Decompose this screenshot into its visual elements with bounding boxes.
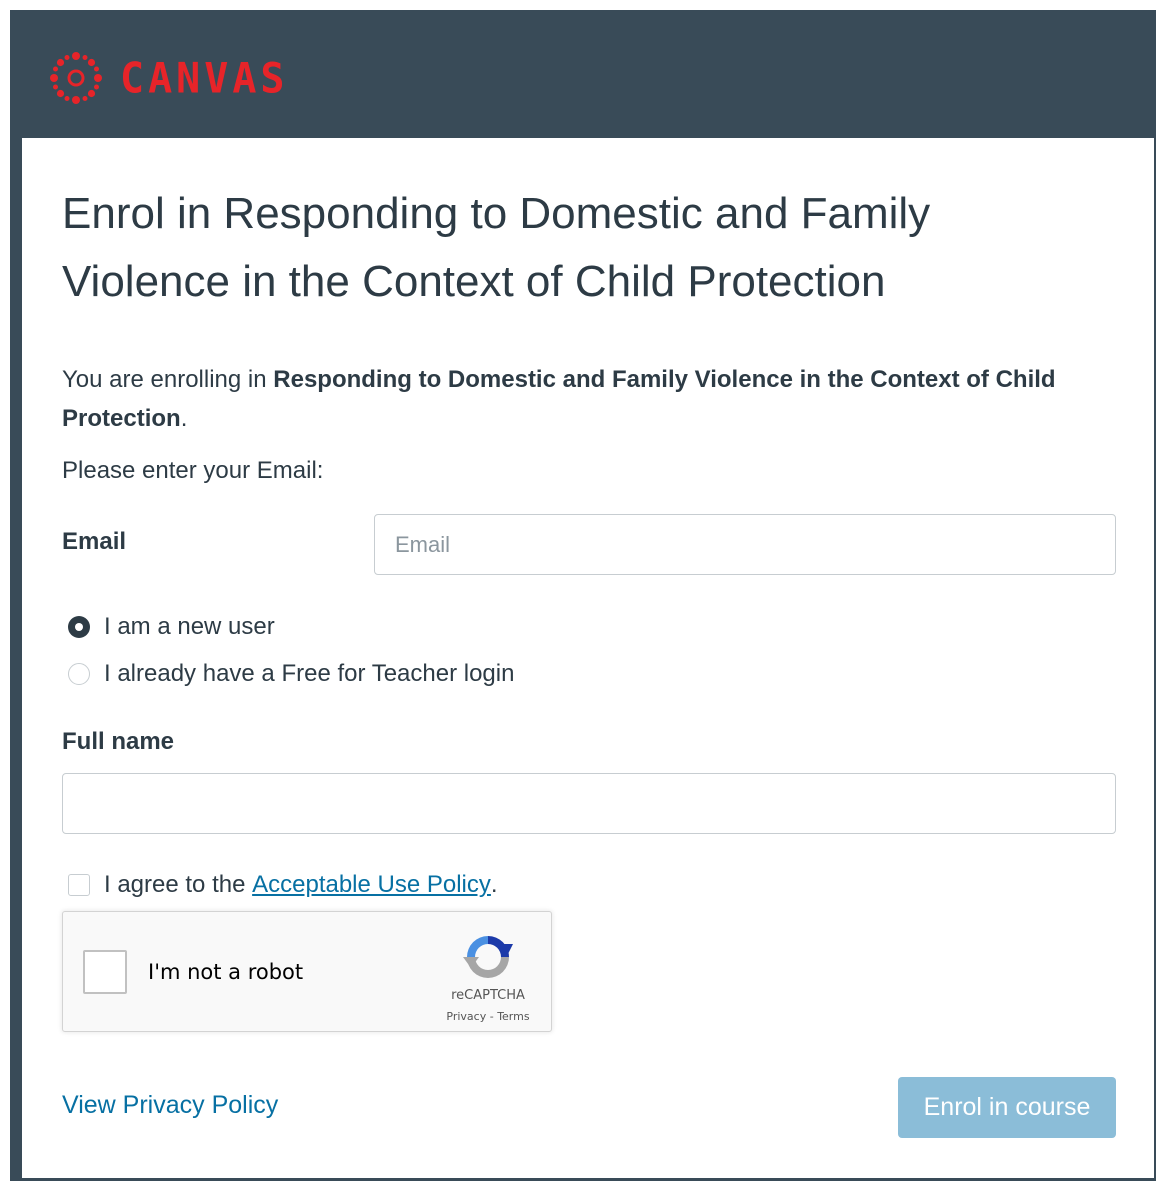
acceptable-use-policy-link[interactable]: Acceptable Use Policy [252, 871, 491, 899]
radio-new-user-label: I am a new user [104, 613, 275, 640]
recaptcha-logo-icon [463, 936, 513, 978]
agree-policy-row: I agree to the Acceptable Use Policy . [68, 871, 498, 899]
brand-name: CANVAS [120, 54, 289, 104]
radio-selected-icon[interactable] [68, 616, 90, 638]
agree-suffix: . [490, 871, 498, 898]
recaptcha-links: Privacy - Terms [423, 1010, 553, 1023]
view-privacy-policy-link[interactable]: View Privacy Policy [62, 1091, 278, 1120]
email-prompt: Please enter your Email: [62, 457, 324, 484]
enrolment-intro: You are enrolling in Responding to Domes… [62, 360, 1102, 438]
agree-checkbox[interactable] [68, 874, 90, 896]
fullname-label: Full name [62, 728, 175, 755]
email-label: Email [62, 528, 127, 555]
enrol-in-course-button[interactable]: Enrol in course [898, 1077, 1116, 1138]
header-bar: CANVAS [22, 10, 1154, 138]
intro-prefix: You are enrolling in [62, 366, 274, 393]
recaptcha-terms-link[interactable]: Terms [497, 1010, 529, 1023]
canvas-logo-icon [50, 52, 102, 104]
recaptcha-label: I'm not a robot [148, 960, 304, 984]
agree-prefix: I agree to the [104, 871, 253, 898]
email-input[interactable] [374, 514, 1116, 575]
recaptcha-privacy-link[interactable]: Privacy [446, 1010, 486, 1023]
enrollment-card: CANVAS Enrol in Responding to Domestic a… [22, 10, 1154, 1178]
recaptcha-link-separator: - [486, 1010, 498, 1023]
recaptcha-checkbox[interactable] [83, 950, 127, 994]
recaptcha-widget: I'm not a robot reCAPTCHA Privacy - Term… [62, 911, 552, 1032]
fullname-input[interactable] [62, 773, 1116, 834]
radio-existing-login-label: I already have a Free for Teacher login [104, 660, 515, 687]
page-title: Enrol in Responding to Domestic and Fami… [62, 189, 931, 306]
radio-existing-login[interactable]: I already have a Free for Teacher login [68, 659, 514, 689]
intro-suffix: . [180, 405, 188, 432]
radio-new-user[interactable]: I am a new user [68, 612, 275, 642]
radio-unselected-icon[interactable] [68, 663, 90, 685]
recaptcha-brand: reCAPTCHA [451, 988, 525, 1003]
